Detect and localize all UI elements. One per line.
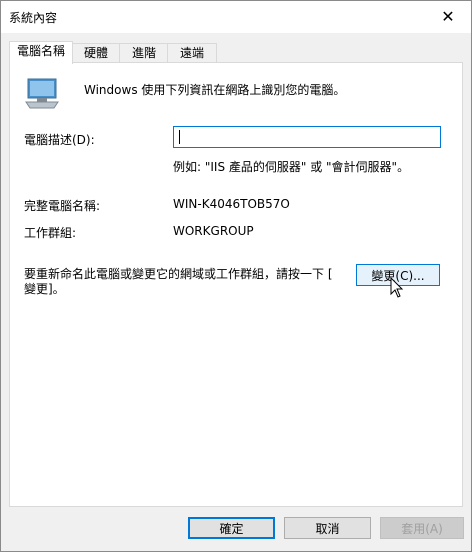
description-label: 電腦描述(D):: [24, 133, 95, 147]
workgroup-label: 工作群組:: [24, 226, 77, 240]
close-icon: ✕: [441, 6, 455, 26]
tab-remote[interactable]: 遠端: [167, 43, 217, 63]
rename-hint-line1: 要重新命名此電腦或變更它的網域或工作群組，請按一下 [: [24, 267, 333, 281]
ok-button[interactable]: 確定: [188, 517, 275, 539]
text-caret: [179, 130, 180, 144]
full-name-label: 完整電腦名稱:: [24, 199, 101, 213]
tab-advanced[interactable]: 進階: [119, 43, 169, 63]
description-example: 例如: "IIS 產品的伺服器" 或 "會計伺服器"。: [173, 160, 410, 174]
tab-computer-name[interactable]: 電腦名稱: [9, 41, 73, 64]
apply-button[interactable]: 套用(A): [380, 517, 464, 539]
title-bar[interactable]: 系統內容 ✕: [1, 1, 471, 33]
rename-hint-line2: 變更]。: [24, 282, 65, 296]
window-title: 系統內容: [9, 11, 58, 25]
full-name-value: WIN-K4046TOB57O: [173, 197, 290, 211]
close-button[interactable]: ✕: [425, 1, 471, 31]
workgroup-value: WORKGROUP: [173, 224, 254, 238]
system-properties-window: 系統內容 ✕ 電腦名稱 硬體 進階 遠端 Windows 使用下列資訊在網路上識…: [0, 0, 472, 552]
cancel-button[interactable]: 取消: [284, 517, 371, 539]
intro-text: Windows 使用下列資訊在網路上識別您的電腦。: [84, 83, 346, 97]
computer-icon: [25, 78, 59, 109]
mouse-pointer-icon: [390, 277, 404, 298]
description-input[interactable]: [173, 126, 441, 148]
tab-hardware[interactable]: 硬體: [71, 43, 121, 63]
